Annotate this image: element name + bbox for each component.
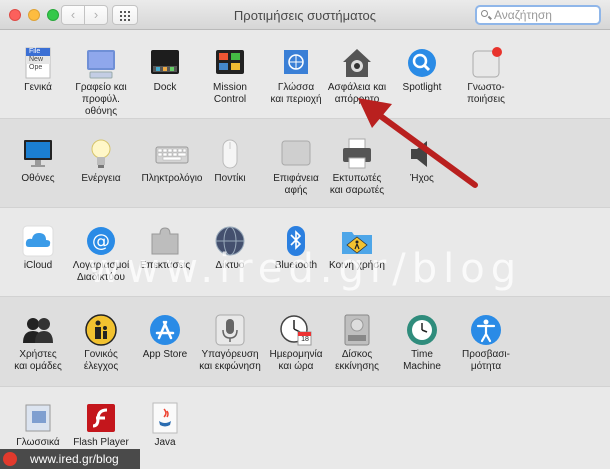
pref-label: Γονικός έλεγχος bbox=[83, 349, 119, 372]
logo-icon bbox=[3, 452, 17, 466]
pref-label: Γνωστο- ποιήσεις bbox=[467, 82, 505, 105]
general-icon: File New Ope bbox=[21, 46, 55, 80]
pref-label: Spotlight bbox=[402, 82, 442, 93]
general-new-text: New bbox=[29, 56, 44, 63]
pref-label: Dock bbox=[153, 82, 177, 93]
mission-control-icon bbox=[213, 46, 247, 80]
pref-sound[interactable]: Ήχος bbox=[388, 137, 456, 185]
pref-label: Οθόνες bbox=[21, 173, 55, 184]
section-system: Χρήστες και ομάδες Γονικός έλεγχος App S… bbox=[0, 296, 610, 386]
pref-security[interactable]: Ασφάλεια και απόρρητο bbox=[323, 46, 391, 106]
pref-label: Επιφάνεια αφής bbox=[273, 173, 319, 196]
pref-printers[interactable]: Εκτυπωτές και σαρωτές bbox=[323, 137, 391, 197]
light-bulb-icon bbox=[84, 137, 118, 171]
pref-mouse[interactable]: Ποντίκι bbox=[196, 137, 264, 185]
keyboard-icon bbox=[155, 137, 189, 171]
pref-startup-disk[interactable]: Δίσκος εκκίνησης bbox=[323, 313, 391, 373]
pref-label: Flash Player bbox=[73, 437, 129, 448]
desktop-icon bbox=[84, 46, 118, 80]
pref-label: App Store bbox=[142, 349, 188, 360]
mouse-icon bbox=[213, 137, 247, 171]
pref-desktop[interactable]: Γραφείο και προφύλ. οθόνης bbox=[67, 46, 135, 118]
pref-label: Ασφάλεια και απόρρητο bbox=[327, 82, 387, 105]
pref-parental[interactable]: Γονικός έλεγχος bbox=[67, 313, 135, 373]
pref-mission-control[interactable]: Mission Control bbox=[196, 46, 264, 106]
pref-label: Δίσκος εκκίνησης bbox=[335, 349, 379, 372]
pref-label: Χρήστες και ομάδες bbox=[14, 349, 62, 372]
pref-label: Γενικά bbox=[24, 82, 52, 93]
clock-icon: 18 bbox=[279, 313, 313, 347]
title-bar: ‹ › Προτιμήσεις συστήματος Αναζήτηση bbox=[0, 0, 610, 30]
pref-flash[interactable]: Flash Player bbox=[67, 401, 135, 449]
pref-label: Ήχος bbox=[410, 173, 434, 184]
flag-icon bbox=[279, 46, 313, 80]
pref-general[interactable]: File New Ope Γενικά bbox=[4, 46, 72, 94]
pref-label: Γλώσσα και περιοχή bbox=[270, 82, 322, 105]
pref-label: Ενέργεια bbox=[81, 173, 121, 184]
display-icon bbox=[21, 137, 55, 171]
language-tools-icon bbox=[21, 401, 55, 435]
java-icon bbox=[148, 401, 182, 435]
pref-language[interactable]: Γλώσσα και περιοχή bbox=[262, 46, 330, 106]
microphone-icon bbox=[213, 313, 247, 347]
pref-notifications[interactable]: Γνωστο- ποιήσεις bbox=[452, 46, 520, 106]
hard-disk-icon bbox=[340, 313, 374, 347]
trackpad-icon bbox=[279, 137, 313, 171]
pref-label: Time Machine bbox=[403, 349, 441, 372]
dock-icon bbox=[148, 46, 182, 80]
footer-badge: www.ired.gr/blog bbox=[0, 449, 140, 469]
general-open-text: Ope bbox=[29, 64, 43, 71]
spotlight-icon bbox=[405, 46, 439, 80]
speaker-icon bbox=[405, 137, 439, 171]
watermark-text: www.ired.gr/blog bbox=[87, 246, 523, 292]
search-field[interactable]: Αναζήτηση bbox=[475, 5, 601, 25]
pref-dictation[interactable]: Υπαγόρευση και εκφώνηση bbox=[196, 313, 264, 373]
printer-icon bbox=[340, 137, 374, 171]
general-file-text: File bbox=[29, 48, 41, 55]
pref-users[interactable]: Χρήστες και ομάδες bbox=[4, 313, 72, 373]
pref-label: Υπαγόρευση και εκφώνηση bbox=[199, 349, 261, 372]
pref-label: Ημερομηνία και ώρα bbox=[269, 349, 323, 372]
pref-displays[interactable]: Οθόνες bbox=[4, 137, 72, 185]
section-personal: File New Ope Γενικά Γραφείο και προφύλ. … bbox=[0, 30, 610, 118]
pref-accessibility[interactable]: Προσβασι- μότητα bbox=[452, 313, 520, 373]
time-machine-icon bbox=[405, 313, 439, 347]
search-placeholder: Αναζήτηση bbox=[494, 8, 552, 22]
pref-spotlight[interactable]: Spotlight bbox=[388, 46, 456, 94]
footer-text: www.ired.gr/blog bbox=[30, 452, 119, 466]
pref-label: Προσβασι- μότητα bbox=[462, 349, 510, 372]
pref-time-machine[interactable]: Time Machine bbox=[388, 313, 456, 373]
pref-app-store[interactable]: App Store bbox=[131, 313, 199, 361]
calendar-date: 18 bbox=[301, 336, 309, 343]
house-lock-icon bbox=[340, 46, 374, 80]
pref-date-time[interactable]: 18 Ημερομηνία και ώρα bbox=[262, 313, 330, 373]
pref-label: Εκτυπωτές και σαρωτές bbox=[329, 173, 385, 196]
flash-icon bbox=[84, 401, 118, 435]
pref-label: Java bbox=[154, 437, 176, 448]
pref-java[interactable]: Java bbox=[131, 401, 199, 449]
notifications-icon bbox=[469, 46, 503, 80]
pref-dock[interactable]: Dock bbox=[131, 46, 199, 94]
accessibility-icon bbox=[469, 313, 503, 347]
users-icon bbox=[21, 313, 55, 347]
section-hardware: Οθόνες Ενέργεια Πληκτρολόγιο Ποντίκι Επι… bbox=[0, 118, 610, 207]
pref-label: Γραφείο και προφύλ. οθόνης bbox=[75, 82, 127, 117]
search-icon bbox=[481, 10, 488, 17]
pref-trackpad[interactable]: Επιφάνεια αφής bbox=[262, 137, 330, 197]
pref-label: Mission Control bbox=[213, 82, 247, 105]
app-store-icon bbox=[148, 313, 182, 347]
pref-label: Ποντίκι bbox=[214, 173, 246, 184]
parental-controls-icon bbox=[84, 313, 118, 347]
pref-energy[interactable]: Ενέργεια bbox=[67, 137, 135, 185]
